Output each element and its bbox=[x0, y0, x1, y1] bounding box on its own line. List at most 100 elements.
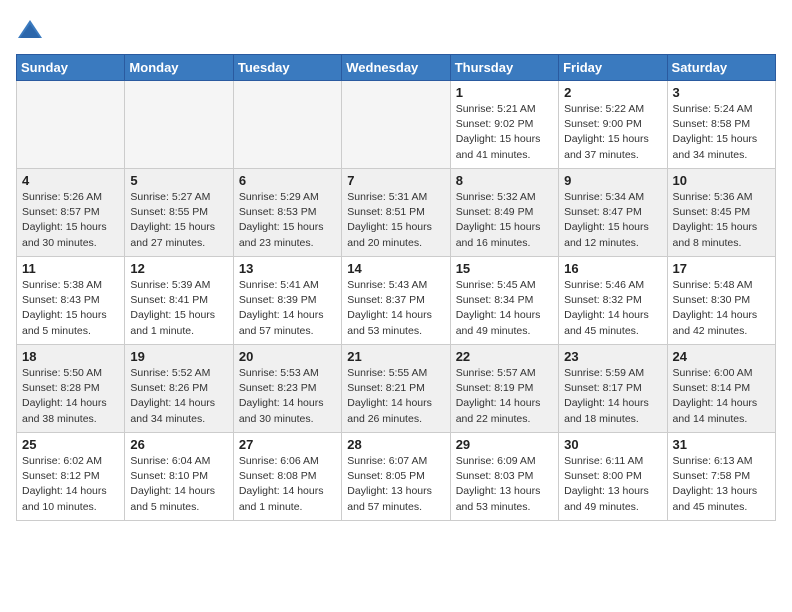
calendar-cell: 9 Sunrise: 5:34 AM Sunset: 8:47 PM Daylig… bbox=[559, 169, 667, 257]
day-number: 13 bbox=[239, 261, 336, 276]
calendar-cell: 16 Sunrise: 5:46 AM Sunset: 8:32 PM Dayli… bbox=[559, 257, 667, 345]
day-info: Sunrise: 6:07 AM Sunset: 8:05 PM Dayligh… bbox=[347, 454, 444, 515]
calendar-cell: 18 Sunrise: 5:50 AM Sunset: 8:28 PM Dayli… bbox=[17, 345, 125, 433]
logo bbox=[16, 16, 48, 44]
calendar-cell: 25 Sunrise: 6:02 AM Sunset: 8:12 PM Dayli… bbox=[17, 433, 125, 521]
calendar-cell bbox=[233, 81, 341, 169]
day-info: Sunrise: 5:46 AM Sunset: 8:32 PM Dayligh… bbox=[564, 278, 661, 339]
day-number: 31 bbox=[673, 437, 770, 452]
calendar-cell: 6 Sunrise: 5:29 AM Sunset: 8:53 PM Daylig… bbox=[233, 169, 341, 257]
day-number: 25 bbox=[22, 437, 119, 452]
day-number: 27 bbox=[239, 437, 336, 452]
calendar-cell: 12 Sunrise: 5:39 AM Sunset: 8:41 PM Dayli… bbox=[125, 257, 233, 345]
day-info: Sunrise: 5:27 AM Sunset: 8:55 PM Dayligh… bbox=[130, 190, 227, 251]
day-info: Sunrise: 5:57 AM Sunset: 8:19 PM Dayligh… bbox=[456, 366, 553, 427]
day-number: 7 bbox=[347, 173, 444, 188]
day-info: Sunrise: 5:32 AM Sunset: 8:49 PM Dayligh… bbox=[456, 190, 553, 251]
week-row-3: 18 Sunrise: 5:50 AM Sunset: 8:28 PM Dayli… bbox=[17, 345, 776, 433]
week-row-4: 25 Sunrise: 6:02 AM Sunset: 8:12 PM Dayli… bbox=[17, 433, 776, 521]
day-number: 12 bbox=[130, 261, 227, 276]
day-number: 6 bbox=[239, 173, 336, 188]
day-info: Sunrise: 6:04 AM Sunset: 8:10 PM Dayligh… bbox=[130, 454, 227, 515]
day-number: 21 bbox=[347, 349, 444, 364]
header-saturday: Saturday bbox=[667, 55, 775, 81]
day-number: 11 bbox=[22, 261, 119, 276]
day-number: 3 bbox=[673, 85, 770, 100]
day-number: 5 bbox=[130, 173, 227, 188]
day-info: Sunrise: 5:38 AM Sunset: 8:43 PM Dayligh… bbox=[22, 278, 119, 339]
calendar-cell: 23 Sunrise: 5:59 AM Sunset: 8:17 PM Dayli… bbox=[559, 345, 667, 433]
calendar-cell: 30 Sunrise: 6:11 AM Sunset: 8:00 PM Dayli… bbox=[559, 433, 667, 521]
day-number: 19 bbox=[130, 349, 227, 364]
day-number: 10 bbox=[673, 173, 770, 188]
day-number: 29 bbox=[456, 437, 553, 452]
calendar-cell: 2Sunrise: 5:22 AM Sunset: 9:00 PM Daylig… bbox=[559, 81, 667, 169]
calendar-cell: 19Sunrise: 5:52 AM Sunset: 8:26 PM Dayli… bbox=[125, 345, 233, 433]
calendar-cell bbox=[125, 81, 233, 169]
day-number: 8 bbox=[456, 173, 553, 188]
calendar-cell: 17 Sunrise: 5:48 AM Sunset: 8:30 PM Dayli… bbox=[667, 257, 775, 345]
calendar-cell: 22 Sunrise: 5:57 AM Sunset: 8:19 PM Dayli… bbox=[450, 345, 558, 433]
day-info: Sunrise: 5:53 AM Sunset: 8:23 PM Dayligh… bbox=[239, 366, 336, 427]
calendar-cell: 21 Sunrise: 5:55 AM Sunset: 8:21 PM Dayli… bbox=[342, 345, 450, 433]
day-info: Sunrise: 5:45 AM Sunset: 8:34 PM Dayligh… bbox=[456, 278, 553, 339]
day-number: 17 bbox=[673, 261, 770, 276]
calendar-cell bbox=[17, 81, 125, 169]
header-wednesday: Wednesday bbox=[342, 55, 450, 81]
calendar-cell: 26 Sunrise: 6:04 AM Sunset: 8:10 PM Dayli… bbox=[125, 433, 233, 521]
calendar-cell: 5 Sunrise: 5:27 AM Sunset: 8:55 PM Daylig… bbox=[125, 169, 233, 257]
day-info: Sunrise: 6:09 AM Sunset: 8:03 PM Dayligh… bbox=[456, 454, 553, 515]
calendar-cell bbox=[342, 81, 450, 169]
day-info: Sunrise: 5:41 AM Sunset: 8:39 PM Dayligh… bbox=[239, 278, 336, 339]
calendar-body: 1Sunrise: 5:21 AM Sunset: 9:02 PM Daylig… bbox=[17, 81, 776, 521]
page-header bbox=[16, 16, 776, 44]
header-monday: Monday bbox=[125, 55, 233, 81]
day-number: 26 bbox=[130, 437, 227, 452]
day-number: 24 bbox=[673, 349, 770, 364]
calendar-cell: 10Sunrise: 5:36 AM Sunset: 8:45 PM Dayli… bbox=[667, 169, 775, 257]
calendar-cell: 8 Sunrise: 5:32 AM Sunset: 8:49 PM Daylig… bbox=[450, 169, 558, 257]
calendar-cell: 11 Sunrise: 5:38 AM Sunset: 8:43 PM Dayli… bbox=[17, 257, 125, 345]
calendar-table: SundayMondayTuesdayWednesdayThursdayFrid… bbox=[16, 54, 776, 521]
day-info: Sunrise: 5:59 AM Sunset: 8:17 PM Dayligh… bbox=[564, 366, 661, 427]
day-info: Sunrise: 6:13 AM Sunset: 7:58 PM Dayligh… bbox=[673, 454, 770, 515]
calendar-cell: 29 Sunrise: 6:09 AM Sunset: 8:03 PM Dayli… bbox=[450, 433, 558, 521]
calendar-cell: 28 Sunrise: 6:07 AM Sunset: 8:05 PM Dayli… bbox=[342, 433, 450, 521]
day-info: Sunrise: 5:50 AM Sunset: 8:28 PM Dayligh… bbox=[22, 366, 119, 427]
day-info: Sunrise: 5:43 AM Sunset: 8:37 PM Dayligh… bbox=[347, 278, 444, 339]
calendar-cell: 13 Sunrise: 5:41 AM Sunset: 8:39 PM Dayli… bbox=[233, 257, 341, 345]
day-number: 14 bbox=[347, 261, 444, 276]
day-number: 30 bbox=[564, 437, 661, 452]
day-info: Sunrise: 5:34 AM Sunset: 8:47 PM Dayligh… bbox=[564, 190, 661, 251]
calendar-cell: 3 Sunrise: 5:24 AM Sunset: 8:58 PM Daylig… bbox=[667, 81, 775, 169]
calendar-cell: 4Sunrise: 5:26 AM Sunset: 8:57 PM Daylig… bbox=[17, 169, 125, 257]
week-row-0: 1Sunrise: 5:21 AM Sunset: 9:02 PM Daylig… bbox=[17, 81, 776, 169]
calendar-cell: 20Sunrise: 5:53 AM Sunset: 8:23 PM Dayli… bbox=[233, 345, 341, 433]
day-info: Sunrise: 5:39 AM Sunset: 8:41 PM Dayligh… bbox=[130, 278, 227, 339]
calendar-cell: 27 Sunrise: 6:06 AM Sunset: 8:08 PM Dayli… bbox=[233, 433, 341, 521]
day-info: Sunrise: 5:24 AM Sunset: 8:58 PM Dayligh… bbox=[673, 102, 770, 163]
day-number: 22 bbox=[456, 349, 553, 364]
day-info: Sunrise: 6:06 AM Sunset: 8:08 PM Dayligh… bbox=[239, 454, 336, 515]
calendar-cell: 1Sunrise: 5:21 AM Sunset: 9:02 PM Daylig… bbox=[450, 81, 558, 169]
day-info: Sunrise: 5:31 AM Sunset: 8:51 PM Dayligh… bbox=[347, 190, 444, 251]
day-number: 23 bbox=[564, 349, 661, 364]
header-sunday: Sunday bbox=[17, 55, 125, 81]
day-number: 9 bbox=[564, 173, 661, 188]
day-info: Sunrise: 5:29 AM Sunset: 8:53 PM Dayligh… bbox=[239, 190, 336, 251]
day-number: 16 bbox=[564, 261, 661, 276]
day-info: Sunrise: 5:22 AM Sunset: 9:00 PM Dayligh… bbox=[564, 102, 661, 163]
day-number: 18 bbox=[22, 349, 119, 364]
calendar-cell: 7 Sunrise: 5:31 AM Sunset: 8:51 PM Daylig… bbox=[342, 169, 450, 257]
day-info: Sunrise: 6:11 AM Sunset: 8:00 PM Dayligh… bbox=[564, 454, 661, 515]
header-row: SundayMondayTuesdayWednesdayThursdayFrid… bbox=[17, 55, 776, 81]
day-info: Sunrise: 6:02 AM Sunset: 8:12 PM Dayligh… bbox=[22, 454, 119, 515]
calendar-cell: 15Sunrise: 5:45 AM Sunset: 8:34 PM Dayli… bbox=[450, 257, 558, 345]
week-row-2: 11 Sunrise: 5:38 AM Sunset: 8:43 PM Dayli… bbox=[17, 257, 776, 345]
day-info: Sunrise: 5:55 AM Sunset: 8:21 PM Dayligh… bbox=[347, 366, 444, 427]
day-info: Sunrise: 5:48 AM Sunset: 8:30 PM Dayligh… bbox=[673, 278, 770, 339]
calendar-cell: 31 Sunrise: 6:13 AM Sunset: 7:58 PM Dayli… bbox=[667, 433, 775, 521]
day-number: 28 bbox=[347, 437, 444, 452]
header-thursday: Thursday bbox=[450, 55, 558, 81]
day-number: 4 bbox=[22, 173, 119, 188]
